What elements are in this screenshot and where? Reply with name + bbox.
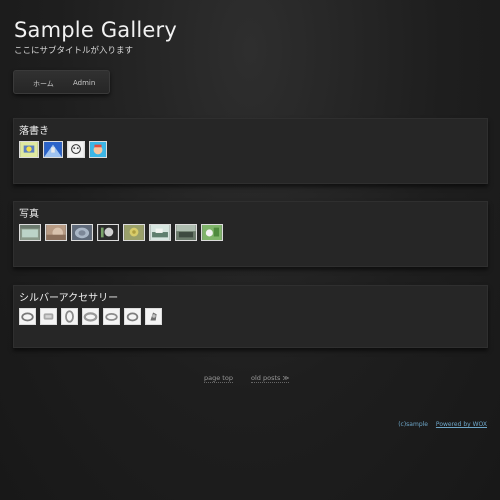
old-posts-link[interactable]: old posts ≫ — [251, 374, 290, 383]
thumbnail[interactable] — [103, 308, 120, 325]
site-title: Sample Gallery — [14, 18, 178, 42]
thumbnail[interactable] — [19, 224, 41, 241]
section-title: 写真 — [19, 209, 39, 220]
thumbnail[interactable] — [67, 141, 85, 158]
thumbnail[interactable] — [123, 224, 145, 241]
thumbnail[interactable] — [43, 141, 63, 158]
thumbnail[interactable] — [149, 224, 171, 241]
thumbnail[interactable] — [145, 308, 162, 325]
thumbnail-list — [19, 308, 162, 325]
main-nav: ホーム Admin — [13, 70, 110, 94]
thumbnail[interactable] — [71, 224, 93, 241]
thumbnail[interactable] — [97, 224, 119, 241]
thumbnail[interactable] — [175, 224, 197, 241]
thumbnail[interactable] — [201, 224, 223, 241]
thumbnail[interactable] — [89, 141, 107, 158]
thumbnail[interactable] — [40, 308, 57, 325]
page-top-link[interactable]: page top — [204, 374, 233, 383]
thumbnail-list — [19, 224, 223, 241]
nav-admin-link[interactable]: Admin — [73, 79, 95, 87]
gallery-section-photos: 写真 — [13, 201, 488, 267]
gallery-section-doodles: 落書き — [13, 118, 488, 184]
powered-by-link[interactable]: Powered by WOX — [436, 421, 487, 428]
nav-home-link[interactable]: ホーム — [33, 79, 54, 89]
site-subtitle: ここにサブタイトルが入ります — [14, 46, 134, 56]
thumbnail[interactable] — [61, 308, 78, 325]
pagination: page top old posts ≫ — [0, 374, 500, 386]
thumbnail-list — [19, 141, 107, 158]
thumbnail[interactable] — [82, 308, 99, 325]
thumbnail[interactable] — [19, 141, 39, 158]
copyright-text: (c)sample — [398, 421, 428, 428]
thumbnail[interactable] — [45, 224, 67, 241]
footer: (c)sample Powered by WOX — [398, 421, 487, 428]
gallery-section-silver: シルバーアクセサリー — [13, 285, 488, 348]
section-title: シルバーアクセサリー — [19, 293, 119, 304]
thumbnail[interactable] — [124, 308, 141, 325]
thumbnail[interactable] — [19, 308, 36, 325]
section-title: 落書き — [19, 126, 49, 137]
